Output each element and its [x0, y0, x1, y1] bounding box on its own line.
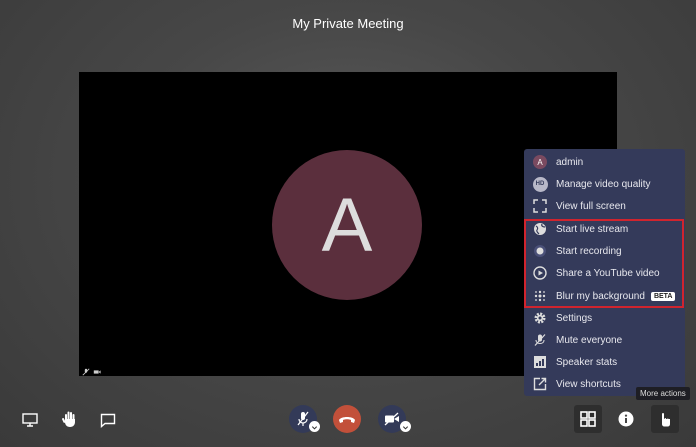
mic-off-icon	[296, 411, 310, 427]
menu-item-label: Manage video quality	[556, 178, 651, 190]
gear-icon	[532, 310, 548, 326]
menu-item-label: Start live stream	[556, 223, 629, 235]
record-icon	[532, 243, 548, 259]
menu-item-blur[interactable]: Blur my background BETA	[524, 285, 685, 307]
beta-badge: BETA	[650, 291, 676, 301]
phone-hangup-icon	[338, 414, 356, 424]
menu-item-video-quality[interactable]: HD Manage video quality	[524, 173, 685, 195]
screen-share-icon	[22, 413, 38, 427]
menu-item-settings[interactable]: Settings	[524, 307, 685, 329]
menu-item-label: View shortcuts	[556, 378, 621, 390]
mute-all-icon	[532, 332, 548, 348]
menu-item-mute-everyone[interactable]: Mute everyone	[524, 329, 685, 351]
chat-button[interactable]	[98, 410, 118, 430]
chevron-down-icon	[311, 418, 318, 436]
camera-options-button[interactable]	[400, 421, 411, 432]
info-button[interactable]	[616, 409, 636, 429]
meeting-title: My Private Meeting	[292, 16, 404, 31]
participant-avatar: A	[272, 150, 422, 300]
more-actions-menu: A admin HD Manage video quality View ful…	[524, 149, 685, 396]
menu-item-label: Start recording	[556, 245, 622, 257]
info-icon	[618, 411, 634, 427]
shortcut-icon	[532, 376, 548, 392]
play-icon	[532, 265, 548, 281]
menu-item-label: admin	[556, 156, 584, 168]
tooltip: More actions	[636, 387, 690, 400]
grid-icon	[580, 411, 596, 427]
menu-item-full-screen[interactable]: View full screen	[524, 195, 685, 217]
hd-icon: HD	[532, 176, 548, 192]
fullscreen-icon	[532, 198, 548, 214]
menu-item-label: Settings	[556, 312, 593, 324]
menu-item-label: Share a YouTube video	[556, 267, 660, 279]
tile-view-button[interactable]	[574, 405, 602, 433]
menu-item-admin[interactable]: A admin	[524, 151, 685, 173]
mic-options-button[interactable]	[309, 421, 320, 432]
mic-muted-icon	[82, 363, 90, 376]
chat-icon	[100, 413, 116, 428]
globe-icon	[532, 221, 548, 237]
hand-icon	[62, 410, 78, 428]
stats-icon	[532, 354, 548, 370]
chevron-down-icon	[402, 418, 409, 436]
raise-hand-button[interactable]	[60, 408, 80, 430]
share-screen-button[interactable]	[20, 410, 40, 430]
more-actions-icon	[658, 411, 672, 427]
menu-item-speaker-stats[interactable]: Speaker stats	[524, 351, 685, 373]
more-actions-button[interactable]	[651, 405, 679, 433]
blur-icon	[532, 288, 548, 304]
menu-item-label: Blur my background	[556, 290, 645, 302]
menu-item-youtube[interactable]: Share a YouTube video	[524, 262, 685, 284]
menu-item-recording[interactable]: Start recording	[524, 240, 685, 262]
menu-item-label: Mute everyone	[556, 334, 623, 346]
menu-item-live-stream[interactable]: Start live stream	[524, 218, 685, 240]
menu-item-label: View full screen	[556, 200, 626, 212]
camera-off-icon	[93, 363, 101, 374]
avatar: A	[533, 155, 547, 169]
hangup-button[interactable]	[333, 405, 361, 433]
camera-off-icon	[384, 412, 400, 426]
tile-status-icons	[82, 363, 101, 376]
menu-item-label: Speaker stats	[556, 356, 618, 368]
